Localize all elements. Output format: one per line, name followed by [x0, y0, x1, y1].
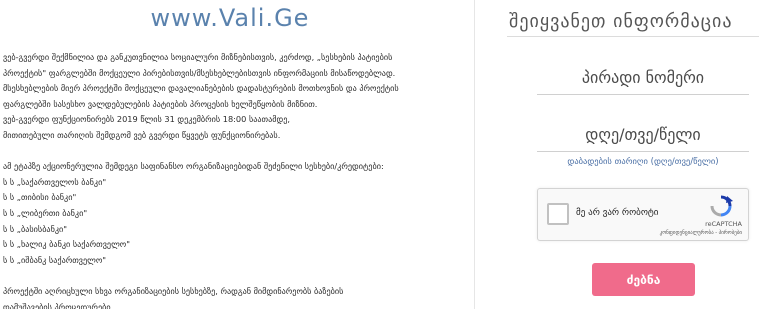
recaptcha-widget: მე არ ვარ რობოტი reCAPTCHA კონფიდენციალუ…	[537, 188, 749, 241]
form-title: შეიყვანეთ ინფორმაცია	[509, 11, 733, 32]
info-panel: www.Vali.Ge ვებ-გვერდი შექმნილია და განკ…	[0, 0, 474, 309]
lender-item: ს ს „თიბისი ბანკი"	[3, 192, 77, 203]
lender-item: ს ს „იშბანკ საქართველო"	[3, 254, 107, 265]
paragraph-line: მითითებული თარიღის შემდგომ ვებ გვერდი წყ…	[3, 129, 281, 140]
search-button[interactable]: ძებნა	[592, 263, 695, 296]
recaptcha-brand: reCAPTCHA	[705, 220, 742, 228]
lender-item: ს ს „ლიბერთი ბანკი"	[3, 207, 88, 218]
paragraph-line: დამუშავების პროცედურები.	[3, 301, 114, 309]
personal-number-input[interactable]	[537, 61, 749, 95]
info-text: ვებ-გვერდი შექმნილია და განკუთვნილია სოც…	[3, 50, 461, 309]
paragraph-line: პროექტის" ფარგლებში მოქცეული პირებისთვის…	[3, 67, 396, 78]
paragraph-line: პროექტში აღრიცხული სხვა ორგანიზაციების ს…	[3, 285, 344, 296]
paragraph-line: ფარგლებში სასესხო ვალდებულების პატიების …	[3, 98, 318, 109]
paragraph-line: ვებ-გვერდი შექმნილია და განკუთვნილია სოც…	[3, 52, 393, 62]
lender-item: ს ს „საქართველოს ბანკი"	[3, 176, 107, 187]
recaptcha-terms-link[interactable]: კონფიდენციალურობა - პირობები	[660, 230, 742, 236]
birthdate-input[interactable]	[537, 118, 749, 152]
birthdate-hint: დაბადების თარიღი (დღე/თვე/წელი)	[567, 157, 719, 167]
search-form: შეიყვანეთ ინფორმაცია დაბადების თარიღი (დ…	[475, 0, 759, 309]
lender-item: ს ს „ბასისბანკი"	[3, 223, 68, 234]
site-logo-text: www.Vali.Ge	[150, 4, 310, 32]
recaptcha-logo-icon	[710, 195, 733, 217]
lenders-intro: ამ ეტაპზე აქციონერულია შემდეგი საფინანსო…	[3, 161, 384, 172]
captcha-checkbox[interactable]	[547, 203, 569, 225]
captcha-label: მე არ ვარ რობოტი	[576, 208, 659, 218]
lender-item: ს ს „ხალიკ ბანკი საქართველო"	[3, 239, 130, 250]
title-underline	[507, 36, 759, 37]
paragraph-line: ვებ-გვერდი ფუნქციონირებს 2019 წლის 31 დე…	[3, 114, 290, 125]
paragraph-line: მსესხებლების მიერ პროექტში მოქცეული დავა…	[3, 83, 399, 94]
